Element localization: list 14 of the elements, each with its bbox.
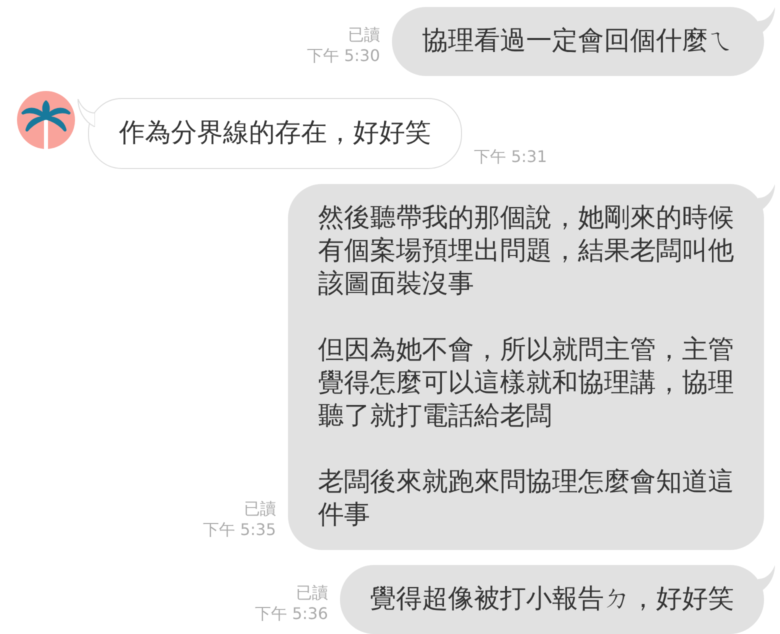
message-text: 覺得超像被打小報告ㄉ，好好笑 [370, 583, 734, 616]
read-receipt: 已讀 [348, 24, 380, 45]
read-receipt: 已讀 [296, 582, 328, 603]
message-time: 下午 5:30 [306, 45, 380, 66]
message-time: 下午 5:35 [202, 519, 276, 540]
message-text: 但因為她不會，所以就問主管，主管覺得怎麼可以這樣就和協理講，協理聽了就打電話給老闆 [318, 334, 734, 433]
avatar-palm-icon [17, 91, 75, 149]
read-receipt: 已讀 [244, 498, 276, 519]
message-time: 下午 5:36 [254, 603, 328, 624]
message-time: 下午 5:31 [474, 146, 548, 167]
message-text: 老闆後來就跑來問協理怎麼會知道這件事 [318, 466, 734, 532]
message-text: 然後聽帶我的那個說，她剛來的時候有個案場預埋出問題，結果老闆叫他該圖面裝沒事 [318, 202, 734, 301]
message-text: 作為分界線的存在，好好笑 [119, 117, 431, 150]
message-text: 協理看過一定會回個什麼ㄟ [422, 25, 734, 58]
